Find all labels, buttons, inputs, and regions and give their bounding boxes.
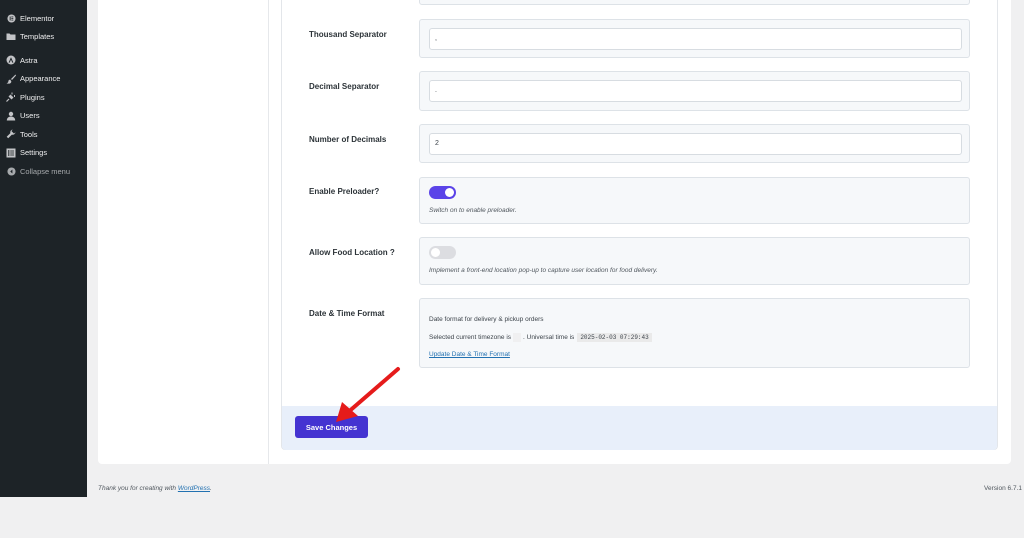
number-of-decimals-input[interactable]: 2 — [429, 133, 962, 155]
astra-icon — [6, 55, 16, 65]
menu-item-label: Templates — [20, 32, 55, 42]
menu-item-users[interactable]: Users — [0, 107, 87, 126]
allow-food-location-box: Implement a front-end location pop-up to… — [419, 237, 970, 285]
date-time-format-box: Date format for delivery & pickup orders… — [419, 298, 970, 368]
enable-preloader-label: Enable Preloader? — [309, 187, 380, 196]
number-of-decimals-box: 2 — [419, 124, 970, 163]
number-of-decimals-label: Number of Decimals — [309, 135, 387, 144]
thousand-separator-box: , — [419, 19, 970, 58]
panel-divider — [268, 0, 269, 464]
menu-item-settings[interactable]: Settings — [0, 144, 87, 163]
allow-food-location-label: Allow Food Location ? — [309, 248, 395, 257]
previous-field-box — [419, 0, 970, 5]
decimal-separator-label: Decimal Separator — [309, 82, 380, 91]
footer-thanks-prefix: Thank you for creating with — [98, 485, 177, 492]
wp-version: Version 6.7.1 — [984, 485, 1022, 492]
collapse-menu-label: Collapse menu — [20, 166, 71, 176]
allow-food-location-hint: Implement a front-end location pop-up to… — [429, 267, 658, 274]
toggle-knob — [431, 248, 440, 257]
admin-sidebar: Elementor Templates Astra Appearance Plu… — [0, 0, 87, 538]
elementor-icon — [6, 13, 16, 23]
enable-preloader-hint: Switch on to enable preloader. — [429, 207, 517, 214]
settings-icon — [6, 148, 16, 158]
admin-menu-list: Elementor Templates Astra Appearance Plu… — [0, 0, 87, 181]
menu-item-tools[interactable]: Tools — [0, 125, 87, 144]
wordpress-link[interactable]: WordPress — [178, 485, 210, 492]
universal-time: 2025-02-03 07:29:43 — [577, 333, 652, 342]
universal-prefix: . Universal time is — [523, 334, 575, 341]
menu-item-plugins[interactable]: Plugins — [0, 88, 87, 107]
wrench-icon — [6, 129, 16, 139]
menu-item-label: Plugins — [20, 92, 45, 102]
menu-item-label: Settings — [20, 148, 48, 158]
menu-item-label: Appearance — [20, 74, 61, 84]
red-arrow-annotation-icon — [336, 367, 400, 422]
date-format-description-text: Date format for delivery & pickup orders — [429, 316, 544, 323]
menu-item-label: Users — [20, 111, 40, 121]
menu-item-appearance[interactable]: Appearance — [0, 70, 87, 89]
menu-item-elementor[interactable]: Elementor — [0, 9, 87, 28]
plug-icon — [6, 92, 16, 103]
update-link-line: Update Date & Time Format — [429, 351, 510, 358]
user-icon — [6, 111, 16, 121]
thousand-separator-label: Thousand Separator — [309, 30, 387, 39]
timezone-value — [513, 333, 522, 342]
toggle-knob — [445, 188, 454, 197]
timezone-prefix: Selected current timezone is — [429, 334, 512, 341]
collapse-menu-button[interactable]: Collapse menu — [0, 162, 87, 181]
update-date-time-link[interactable]: Update Date & Time Format — [429, 351, 510, 358]
footer-thanks-suffix: . — [210, 485, 212, 492]
menu-item-astra[interactable]: Astra — [0, 51, 87, 70]
allow-food-location-toggle[interactable] — [429, 246, 456, 259]
folder-icon — [6, 32, 16, 42]
menu-item-label: Tools — [20, 129, 38, 139]
paintbrush-icon — [6, 74, 16, 84]
decimal-separator-box: . — [419, 71, 970, 111]
date-format-description: Date format for delivery & pickup orders — [429, 316, 544, 323]
admin-menu: Elementor Templates Astra Appearance Plu… — [0, 0, 87, 497]
menu-item-label: Elementor — [20, 13, 55, 23]
wp-footer-thanks: Thank you for creating with WordPress. — [98, 485, 212, 492]
decimal-separator-input[interactable]: . — [429, 80, 962, 102]
menu-item-label: Astra — [20, 55, 38, 65]
enable-preloader-box: Switch on to enable preloader. — [419, 177, 970, 224]
collapse-icon — [6, 166, 16, 176]
enable-preloader-toggle[interactable] — [429, 186, 456, 199]
menu-item-templates[interactable]: Templates — [0, 28, 87, 47]
thousand-separator-input[interactable]: , — [429, 28, 962, 50]
timezone-line: Selected current timezone is . Universal… — [429, 333, 652, 342]
date-time-format-label: Date & Time Format — [309, 309, 385, 318]
